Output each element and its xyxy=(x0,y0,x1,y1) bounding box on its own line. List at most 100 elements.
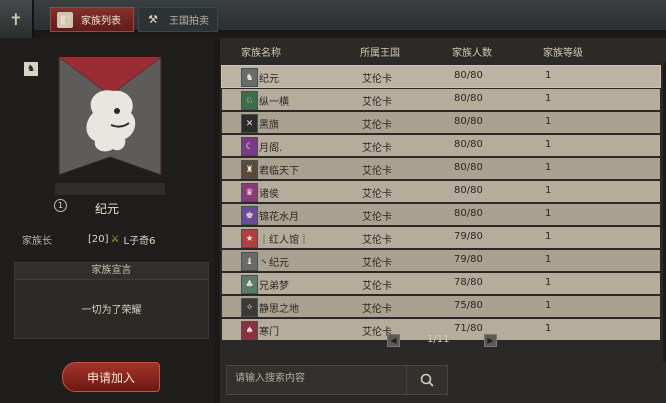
cell-level: 1 xyxy=(545,254,552,265)
cell-family-name: 丶纪元 xyxy=(259,258,289,269)
cell-level: 1 xyxy=(545,277,552,288)
table-header: 家族名称 所属王国 家族人数 家族等级 xyxy=(220,38,666,62)
table-row[interactable]: ♞ 纪元 艾伦卡 80/80 1 xyxy=(221,65,661,88)
tab-label: 王国拍卖 xyxy=(169,16,209,27)
cell-members: 80/80 xyxy=(454,116,483,127)
table-row[interactable]: ♚ 锦花水月 艾伦卡 80/80 1 xyxy=(222,204,660,225)
cell-level: 1 xyxy=(545,70,552,81)
family-banner xyxy=(55,55,165,199)
family-crest-icon: ♝ xyxy=(241,252,258,271)
cell-family-name: 月阁. xyxy=(259,143,283,154)
page-indicator: 1/11 xyxy=(427,334,450,345)
cell-kingdom: 艾伦卡 xyxy=(362,235,392,246)
cell-members: 80/80 xyxy=(454,208,483,219)
cell-members: 80/80 xyxy=(454,162,483,173)
family-crest-icon: ☾ xyxy=(241,137,258,156)
menu-button[interactable]: ✝ xyxy=(0,0,34,38)
family-crest-icon: ♜ xyxy=(241,160,258,179)
header-members: 家族人数 xyxy=(452,48,492,59)
cell-family-name: 诸侯 xyxy=(259,189,279,200)
family-crest-icon: ♣ xyxy=(241,275,258,294)
tab-kingdom-auction[interactable]: ⚒ 王国拍卖 xyxy=(138,7,218,32)
tab-label: 家族列表 xyxy=(81,16,121,27)
cell-family-name: 黑旗 xyxy=(259,120,279,131)
cell-family-name: ｜红人馆｜ xyxy=(259,235,309,246)
cell-kingdom: 艾伦卡 xyxy=(362,74,392,85)
cell-level: 1 xyxy=(545,231,552,242)
table-row[interactable]: ☾ 月阁. 艾伦卡 80/80 1 xyxy=(222,135,660,156)
leader-level: [20] xyxy=(88,234,109,245)
family-name: 纪元 xyxy=(94,202,119,216)
table-row[interactable]: ✧ 静思之地 艾伦卡 75/80 1 xyxy=(222,296,660,317)
menu-icon: ✝ xyxy=(9,9,23,29)
leader-info: [20] ⚔ L子奇6 xyxy=(88,232,155,247)
table-row[interactable]: ♝ 丶纪元 艾伦卡 79/80 1 xyxy=(222,250,660,271)
family-table: ♞ 纪元 艾伦卡 80/80 1 ♘ 纵一横 艾伦卡 80/80 1 ✕ 黑旗 艾伦卡 80/80 1 ☾ 月阁… xyxy=(220,62,666,362)
leader-label: 家族长 xyxy=(22,236,52,247)
cell-family-name: 锦花水月 xyxy=(259,212,299,223)
cell-family-name: 静思之地 xyxy=(259,304,299,315)
cell-kingdom: 艾伦卡 xyxy=(362,189,392,200)
cell-members: 78/80 xyxy=(454,277,483,288)
cell-level: 1 xyxy=(545,300,552,311)
tab-family-list[interactable]: ◧ 家族列表 xyxy=(50,7,134,32)
next-page-button[interactable]: ▶ xyxy=(484,334,497,347)
auction-hammer-icon: ⚒ xyxy=(148,13,158,26)
cell-members: 79/80 xyxy=(454,231,483,242)
apply-join-button[interactable]: 申请加入 xyxy=(62,362,160,392)
cell-kingdom: 艾伦卡 xyxy=(362,143,392,154)
family-list-icon: ◧ xyxy=(57,11,73,28)
crossed-swords-icon: ⚔ xyxy=(110,234,120,245)
table-row[interactable]: ★ ｜红人馆｜ 艾伦卡 79/80 1 xyxy=(222,227,660,248)
cell-kingdom: 艾伦卡 xyxy=(362,120,392,131)
cell-members: 80/80 xyxy=(454,185,483,196)
cell-members: 79/80 xyxy=(454,254,483,265)
declaration-box: 家族宣言 一切为了荣耀 xyxy=(14,262,209,339)
table-row[interactable]: ♣ 兄弟梦 艾伦卡 78/80 1 xyxy=(222,273,660,294)
search-input[interactable] xyxy=(233,372,407,385)
header-level: 家族等级 xyxy=(543,48,583,59)
cell-family-name: 君临天下 xyxy=(259,166,299,177)
search-button[interactable] xyxy=(406,366,447,394)
family-list-panel: 家族名称 所属王国 家族人数 家族等级 ♞ 纪元 艾伦卡 80/80 1 ♘ 纵一横 艾伦卡 8… xyxy=(220,38,666,403)
cell-level: 1 xyxy=(545,208,552,219)
cell-kingdom: 艾伦卡 xyxy=(362,304,392,315)
family-crest-icon: ✕ xyxy=(241,114,258,133)
cell-family-name: 纵一横 xyxy=(259,97,289,108)
cell-level: 1 xyxy=(545,116,552,127)
leader-name: L子奇6 xyxy=(123,236,156,247)
cell-members: 80/80 xyxy=(454,70,483,81)
cell-level: 1 xyxy=(545,93,552,104)
table-row[interactable]: ♘ 纵一横 艾伦卡 80/80 1 xyxy=(222,89,660,110)
table-row[interactable]: ♜ 君临天下 艾伦卡 80/80 1 xyxy=(222,158,660,179)
family-crest-icon: ♘ xyxy=(241,91,258,110)
cell-family-name: 兄弟梦 xyxy=(259,281,289,292)
cell-members: 80/80 xyxy=(454,93,483,104)
cell-level: 1 xyxy=(545,185,552,196)
table-row[interactable]: ♛ 诸侯 艾伦卡 80/80 1 xyxy=(222,181,660,202)
cell-members: 80/80 xyxy=(454,139,483,150)
family-crest-icon: ★ xyxy=(241,229,258,248)
header-kingdom: 所属王国 xyxy=(360,48,400,59)
prev-page-button[interactable]: ◀ xyxy=(387,334,400,347)
cell-kingdom: 艾伦卡 xyxy=(362,281,392,292)
family-crest-icon: ♚ xyxy=(241,206,258,225)
cell-kingdom: 艾伦卡 xyxy=(362,166,392,177)
family-crest-icon: ♞ xyxy=(241,68,258,87)
cell-family-name: 纪元 xyxy=(259,74,279,85)
cell-kingdom: 艾伦卡 xyxy=(362,212,392,223)
lion-banner-icon xyxy=(55,56,165,195)
header-family-name: 家族名称 xyxy=(241,48,281,59)
cell-level: 1 xyxy=(545,162,552,173)
cell-kingdom: 艾伦卡 xyxy=(362,97,392,108)
lion-crest-icon[interactable]: ♞ xyxy=(24,62,38,76)
pager: ◀ 1/11 ▶ xyxy=(220,332,666,350)
cell-members: 75/80 xyxy=(454,300,483,311)
cell-kingdom: 艾伦卡 xyxy=(362,258,392,269)
declaration-title: 家族宣言 xyxy=(15,263,208,280)
search-icon xyxy=(420,373,434,387)
declaration-text: 一切为了荣耀 xyxy=(81,305,142,316)
cell-level: 1 xyxy=(545,139,552,150)
table-row[interactable]: ✕ 黑旗 艾伦卡 80/80 1 xyxy=(222,112,660,133)
family-crest-icon: ♛ xyxy=(241,183,258,202)
